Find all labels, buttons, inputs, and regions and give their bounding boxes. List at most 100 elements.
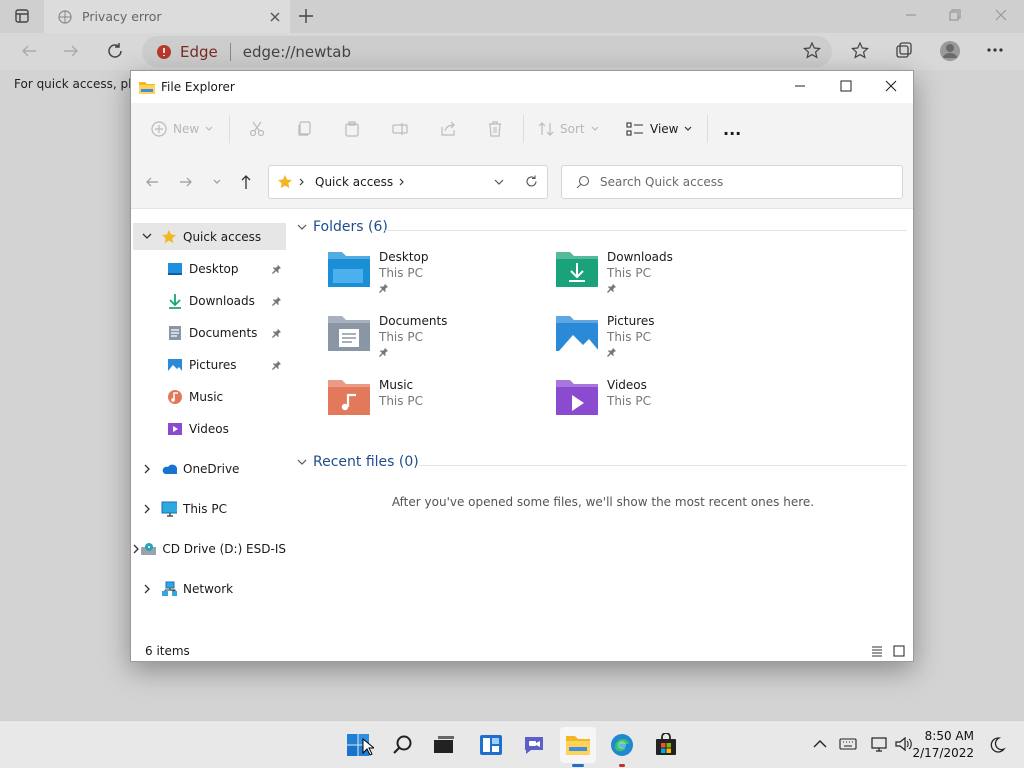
- restore-browser-icon[interactable]: [948, 8, 962, 22]
- taskbar-clock[interactable]: 8:50 AM 2/17/2022: [912, 728, 974, 762]
- network-monitor-icon[interactable]: [871, 736, 889, 752]
- nav-quick-access[interactable]: Quick access: [133, 223, 286, 250]
- folder-tile-music[interactable]: Music This PC: [327, 377, 547, 433]
- store-bag-icon: [654, 733, 678, 757]
- widgets-button[interactable]: [473, 727, 509, 763]
- details-view-icon[interactable]: [871, 645, 883, 657]
- widgets-icon: [479, 734, 503, 756]
- search-box[interactable]: Search Quick access: [561, 165, 903, 199]
- navigation-row: Quick access Search Quick access: [131, 155, 913, 209]
- chevron-right-icon[interactable]: [133, 584, 161, 594]
- folders-section-header[interactable]: Folders (6): [297, 219, 388, 235]
- address-dropdown-icon[interactable]: [494, 179, 504, 186]
- cd-drive-icon: [140, 541, 157, 557]
- paste-button[interactable]: [344, 103, 360, 155]
- nav-label: OneDrive: [183, 461, 240, 476]
- copy-button[interactable]: [297, 103, 313, 155]
- tab-actions-icon[interactable]: [14, 8, 30, 24]
- url-text[interactable]: edge://newtab: [243, 43, 351, 61]
- content-pane: Folders (6) Desktop This PC Downloads This …: [293, 209, 913, 641]
- cut-button[interactable]: [249, 103, 265, 155]
- back-icon[interactable]: [20, 43, 38, 59]
- this-pc-icon: [161, 501, 177, 517]
- command-bar: New Sort View ...: [131, 103, 913, 155]
- explorer-title-bar: File Explorer: [131, 71, 913, 103]
- see-more-button[interactable]: ...: [723, 103, 741, 155]
- close-tab-icon[interactable]: [270, 12, 280, 22]
- view-button[interactable]: View: [626, 103, 692, 155]
- tiles-view-icon[interactable]: [893, 645, 905, 657]
- sort-button[interactable]: Sort: [538, 103, 599, 155]
- scissors-icon: [249, 121, 265, 137]
- chevron-right-icon[interactable]: [133, 464, 161, 474]
- chevron-right-icon: [299, 178, 305, 186]
- breadcrumb[interactable]: Quick access: [268, 165, 548, 199]
- status-bar: 6 items: [131, 641, 913, 661]
- taskbar: 8:50 AM 2/17/2022: [0, 720, 1024, 768]
- nav-root-network[interactable]: Network: [133, 575, 286, 602]
- task-view-button[interactable]: [426, 727, 462, 763]
- edge-taskbar-button[interactable]: [604, 727, 640, 767]
- nav-item-desktop[interactable]: Desktop: [133, 255, 286, 282]
- nav-item-downloads[interactable]: Downloads: [133, 287, 286, 314]
- copy-icon: [297, 121, 313, 137]
- folder-location: This PC: [607, 266, 651, 280]
- maximize-icon[interactable]: [840, 80, 852, 92]
- breadcrumb-quick-access[interactable]: Quick access: [315, 175, 393, 189]
- minimize-browser-icon[interactable]: [904, 8, 918, 22]
- window-title: File Explorer: [161, 80, 235, 94]
- more-label: ...: [723, 119, 742, 139]
- close-browser-icon[interactable]: [994, 8, 1008, 22]
- folder-tile-videos[interactable]: Videos This PC: [555, 377, 775, 433]
- search-icon: [576, 175, 590, 189]
- refresh-icon[interactable]: [106, 42, 124, 60]
- add-favorite-icon[interactable]: [803, 42, 821, 60]
- nav-label: Videos: [189, 421, 229, 436]
- nav-root-cd-drive-d-esd-is[interactable]: CD Drive (D:) ESD-IS: [133, 535, 286, 562]
- folder-tile-documents[interactable]: Documents This PC: [327, 313, 547, 369]
- store-taskbar-button[interactable]: [648, 727, 684, 763]
- chevron-right-icon[interactable]: [133, 544, 140, 554]
- nav-item-videos[interactable]: Videos: [133, 415, 286, 442]
- address-bar[interactable]: Edge edge://newtab: [142, 36, 832, 67]
- search-taskbar-button[interactable]: [385, 727, 421, 763]
- recent-locations-chevron-icon[interactable]: [213, 179, 221, 185]
- keyboard-icon[interactable]: [839, 737, 857, 751]
- network-icon: [161, 581, 177, 597]
- folder-tile-downloads[interactable]: Downloads This PC: [555, 249, 775, 305]
- forward-arrow-icon[interactable]: [179, 175, 193, 189]
- folder-tile-pictures[interactable]: Pictures This PC: [555, 313, 775, 369]
- new-button[interactable]: New: [151, 103, 213, 155]
- recent-files-section-header[interactable]: Recent files (0): [297, 454, 419, 470]
- focus-assist-moon-icon[interactable]: [988, 736, 1006, 754]
- new-tab-icon[interactable]: [298, 8, 314, 24]
- nav-root-this-pc[interactable]: This PC: [133, 495, 286, 522]
- refresh-icon[interactable]: [525, 175, 538, 188]
- nav-item-music[interactable]: Music: [133, 383, 286, 410]
- tab-privacy-error[interactable]: Privacy error: [44, 0, 290, 33]
- back-arrow-icon[interactable]: [145, 175, 159, 189]
- chevron-right-icon[interactable]: [133, 504, 161, 514]
- nav-item-pictures[interactable]: Pictures: [133, 351, 286, 378]
- nav-root-onedrive[interactable]: OneDrive: [133, 455, 286, 482]
- close-icon[interactable]: [885, 80, 897, 92]
- forward-icon[interactable]: [62, 43, 80, 59]
- profile-avatar[interactable]: [939, 40, 961, 62]
- show-hidden-icons-chevron[interactable]: [813, 739, 827, 749]
- pin-icon: [272, 296, 282, 306]
- file-explorer-taskbar-button[interactable]: [560, 727, 596, 767]
- up-arrow-icon[interactable]: [239, 174, 253, 190]
- delete-button[interactable]: [487, 103, 503, 155]
- rename-button[interactable]: [392, 103, 408, 155]
- collections-icon[interactable]: [895, 42, 913, 60]
- favorites-icon[interactable]: [851, 42, 869, 60]
- volume-icon[interactable]: [895, 736, 913, 752]
- share-button[interactable]: [440, 103, 456, 155]
- folder-tile-desktop[interactable]: Desktop This PC: [327, 249, 547, 305]
- nav-item-documents[interactable]: Documents: [133, 319, 286, 346]
- task-view-icon: [433, 735, 455, 755]
- settings-more-icon[interactable]: [987, 48, 1003, 52]
- chevron-down-icon[interactable]: [133, 233, 161, 240]
- minimize-icon[interactable]: [794, 80, 806, 92]
- chat-button[interactable]: [516, 727, 552, 763]
